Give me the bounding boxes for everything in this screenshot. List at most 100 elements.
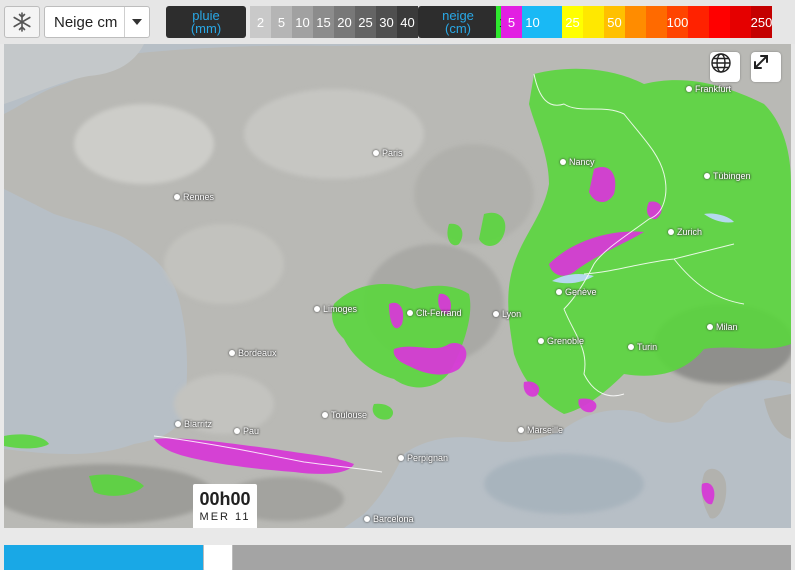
city-name: Pau	[243, 426, 260, 436]
city-name: Frankfurt	[695, 84, 732, 94]
rain-legend-step: 10	[292, 6, 313, 38]
city-dot-icon	[174, 194, 180, 200]
rain-legend-unit: (mm)	[190, 21, 222, 36]
snow-product-button[interactable]	[4, 6, 40, 38]
fullscreen-icon	[754, 55, 768, 69]
city-label: Turin	[628, 342, 657, 352]
city-name: Paris	[382, 148, 403, 158]
city-dot-icon	[175, 421, 181, 427]
rain-legend-step: 15	[313, 6, 334, 38]
rain-legend-step: 40	[397, 6, 418, 38]
globe-button[interactable]	[710, 52, 740, 82]
chevron-down-icon	[124, 7, 149, 37]
city-dot-icon	[364, 516, 370, 522]
city-label: Clt-Ferrand	[407, 308, 462, 318]
snow-legend-step: 50	[604, 6, 625, 38]
city-label: Grenoble	[538, 336, 584, 346]
city-dot-icon	[234, 428, 240, 434]
snow-legend-step: 10	[522, 6, 543, 38]
rain-legend-step: 25	[355, 6, 376, 38]
rain-legend-label: pluie (mm)	[166, 6, 246, 38]
city-label: Milan	[707, 322, 738, 332]
city-label: Perpignan	[398, 453, 448, 463]
city-label: Zurich	[668, 227, 702, 237]
city-label: Barcelona	[364, 514, 414, 524]
city-name: Zurich	[677, 227, 703, 237]
city-label: Tübingen	[704, 171, 751, 181]
city-dot-icon	[314, 306, 320, 312]
city-label: Genève	[556, 287, 597, 297]
product-select[interactable]: Neige cm	[44, 6, 150, 38]
snow-legend-label: neige (cm)	[418, 6, 498, 38]
city-dot-icon	[686, 86, 692, 92]
city-name: Limoges	[323, 304, 358, 314]
rain-legend-step: 2	[250, 6, 271, 38]
city-dot-icon	[493, 311, 499, 317]
city-dot-icon	[229, 350, 235, 356]
city-dot-icon	[538, 338, 544, 344]
city-name: Marseille	[527, 425, 564, 435]
toolbar: Neige cm pluie (mm) 2 5 10 15 20 25 30 40 neige…	[0, 0, 795, 44]
snow-legend-step	[541, 6, 562, 38]
city-label: Bordeaux	[229, 348, 277, 358]
rain-legend-step: 20	[334, 6, 355, 38]
city-dot-icon	[407, 310, 413, 316]
city-dot-icon	[707, 324, 713, 330]
rain-legend-step: 5	[271, 6, 292, 38]
city-dot-icon	[556, 289, 562, 295]
city-name: Toulouse	[331, 410, 368, 420]
city-label: Biarritz	[175, 419, 212, 429]
snow-legend-step	[709, 6, 730, 38]
weather-map[interactable]: Paris Rennes Nancy Frankfurt Tübingen Zurich G…	[4, 44, 791, 528]
city-label: Paris	[373, 148, 403, 158]
snow-legend-step	[646, 6, 667, 38]
timeline-slider[interactable]	[4, 545, 791, 570]
city-name: Grenoble	[547, 336, 585, 346]
city-dot-icon	[398, 455, 404, 461]
city-label: Nancy	[560, 157, 595, 167]
snow-legend-step: 25	[562, 6, 583, 38]
city-name: Turin	[637, 342, 658, 352]
city-name: Clt-Ferrand	[416, 308, 462, 318]
timeline-progress	[4, 545, 217, 570]
snow-legend-step: 5	[501, 6, 522, 38]
city-name: Perpignan	[407, 453, 449, 463]
city-name: Milan	[716, 322, 738, 332]
city-label: Marseille	[518, 425, 563, 435]
city-dot-icon	[668, 229, 674, 235]
timeline-handle[interactable]	[203, 545, 234, 570]
day-value: MER 11	[199, 511, 251, 523]
rain-legend-step: 30	[376, 6, 397, 38]
city-dot-icon	[518, 427, 524, 433]
snow-legend-step	[583, 6, 604, 38]
snow-legend-step	[688, 6, 709, 38]
city-label: Limoges	[314, 304, 357, 314]
city-label: Frankfurt	[686, 84, 731, 94]
snow-legend-step: 250	[751, 6, 772, 38]
time-display: 00h00 MER 11	[193, 484, 257, 528]
city-label: Lyon	[493, 309, 521, 319]
snow-legend-unit: (cm)	[445, 21, 471, 36]
city-dot-icon	[560, 159, 566, 165]
globe-icon	[711, 53, 731, 73]
product-select-value: Neige cm	[54, 13, 118, 31]
snow-legend-step	[730, 6, 751, 38]
time-value: 00h00	[199, 489, 251, 509]
city-dot-icon	[628, 344, 634, 350]
snowflake-icon	[13, 12, 31, 32]
snow-legend-step	[625, 6, 646, 38]
snow-legend-step: 100	[667, 6, 688, 38]
city-name: Rennes	[183, 192, 215, 202]
city-dot-icon	[322, 412, 328, 418]
city-name: Tübingen	[713, 171, 751, 181]
city-name: Biarritz	[184, 419, 213, 429]
city-name: Bordeaux	[238, 348, 277, 358]
city-name: Nancy	[569, 157, 595, 167]
fullscreen-button[interactable]	[751, 52, 781, 82]
city-label: Pau	[234, 426, 259, 436]
city-dot-icon	[373, 150, 379, 156]
city-dot-icon	[704, 173, 710, 179]
city-label: Rennes	[174, 192, 214, 202]
city-name: Genève	[565, 287, 597, 297]
city-name: Barcelona	[373, 514, 414, 524]
